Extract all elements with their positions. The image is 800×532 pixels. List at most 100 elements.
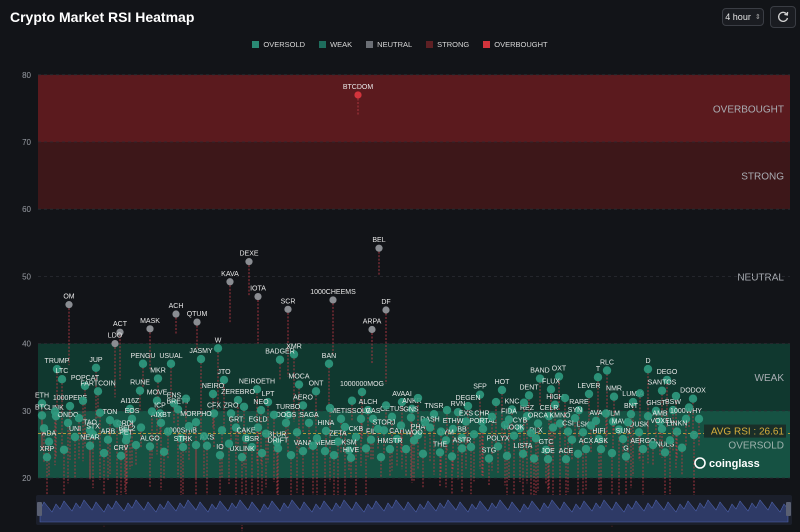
coin-label: BTC	[35, 405, 49, 412]
coin-point	[39, 424, 49, 433]
coin-point	[581, 444, 591, 454]
coin-point	[586, 421, 596, 430]
coin-point	[294, 380, 304, 389]
coin-label: CSI	[562, 421, 574, 428]
coin-point	[213, 344, 223, 353]
coin-point	[93, 387, 103, 396]
coin-point	[502, 451, 512, 461]
coin-point	[396, 421, 406, 430]
coin-point	[181, 394, 191, 403]
coin-label: RLC	[600, 359, 614, 366]
coin-point	[436, 427, 446, 436]
coin-point	[99, 448, 109, 458]
coin-point	[324, 359, 334, 368]
coin-label: DEXE	[239, 251, 258, 258]
coin-label: 1000000MOG	[340, 381, 384, 388]
coin-point	[145, 442, 155, 451]
coin-point	[146, 325, 154, 333]
coin-point	[361, 444, 371, 453]
coin-label: DENT	[519, 384, 539, 391]
coin-point	[573, 449, 583, 459]
zone-label: WEAK	[755, 373, 785, 384]
coin-point	[261, 429, 271, 438]
coin-point	[694, 414, 704, 424]
y-tick-label: 50	[22, 272, 31, 281]
zoom-handle-right[interactable]	[786, 502, 791, 516]
coin-point	[635, 389, 645, 398]
coin-point	[172, 310, 180, 318]
coin-point	[256, 405, 266, 415]
coin-label: PENGU	[131, 353, 156, 360]
coin-label: SAGA	[299, 412, 319, 419]
coin-label: NMR	[606, 386, 622, 393]
coin-point	[689, 430, 699, 440]
coin-point	[447, 452, 457, 461]
coin-point	[406, 413, 416, 422]
coin-label: DOGS	[276, 412, 297, 419]
coin-point	[184, 422, 194, 431]
coin-label: NEAR	[80, 435, 99, 442]
coin-label: GAS	[366, 408, 381, 415]
coin-point	[593, 373, 603, 382]
coin-label: JASMY	[189, 348, 213, 355]
coin-label: STRK	[174, 436, 193, 443]
coin-label: FLUX	[542, 378, 560, 385]
coin-label: ZRO	[224, 402, 239, 409]
coin-point	[409, 436, 419, 445]
coin-point	[346, 453, 356, 463]
zone-label: STRONG	[741, 172, 784, 183]
coin-point	[284, 305, 292, 313]
y-tick-label: 80	[22, 71, 31, 80]
coin-point	[621, 452, 631, 461]
coin-label: AI16Z	[121, 398, 140, 405]
coin-point	[626, 409, 636, 419]
coin-point	[354, 91, 362, 99]
coin-label: DF	[381, 299, 390, 306]
coin-label: ALCH	[359, 399, 378, 406]
coin-point	[281, 418, 291, 428]
coin-point	[601, 409, 611, 418]
coin-label: CHR	[474, 411, 489, 418]
coin-label: DRIFT	[268, 437, 289, 444]
coin-point	[376, 452, 386, 462]
coin-point	[191, 440, 201, 450]
coin-label: STORJ	[373, 419, 396, 426]
coin-label: TON	[103, 409, 118, 416]
coin-point	[245, 258, 253, 266]
coin-point	[561, 454, 571, 464]
coin-point	[202, 441, 212, 450]
zoom-handle-left[interactable]	[37, 502, 42, 516]
coin-point	[368, 325, 376, 334]
avg-rsi-label: AVG RSI : 26.61	[711, 427, 785, 438]
coin-point	[602, 366, 612, 375]
zone-label: NEUTRAL	[737, 272, 784, 283]
coin-label: HINA	[318, 420, 335, 427]
coin-label: UXLINK	[229, 446, 255, 453]
coin-label: RARE	[569, 399, 589, 406]
coin-point	[308, 441, 318, 450]
coin-point	[191, 418, 201, 427]
coin-point	[357, 387, 367, 397]
coin-point	[519, 398, 529, 407]
coin-point	[44, 437, 54, 446]
coin-label: DUSK	[629, 421, 649, 428]
coin-point	[466, 442, 476, 452]
coin-point	[509, 431, 519, 440]
coin-label: KNC	[505, 398, 520, 405]
zone-strong	[38, 142, 790, 210]
coin-point	[524, 391, 534, 400]
coin-point	[665, 436, 675, 445]
coin-label: SUN	[616, 428, 631, 435]
coin-point	[159, 447, 169, 456]
coin-point	[196, 354, 206, 364]
coin-label: AVA	[590, 410, 603, 417]
coin-label: MOCA	[289, 374, 310, 381]
coin-point	[623, 418, 633, 427]
coin-label: KMNO	[550, 413, 572, 420]
coin-label: OXT	[552, 366, 567, 373]
coin-label: FIDA	[501, 409, 517, 416]
coin-point	[648, 440, 658, 450]
coin-point	[435, 448, 445, 457]
coin-label: JTO	[217, 369, 231, 376]
coin-label: GHST	[646, 400, 666, 407]
